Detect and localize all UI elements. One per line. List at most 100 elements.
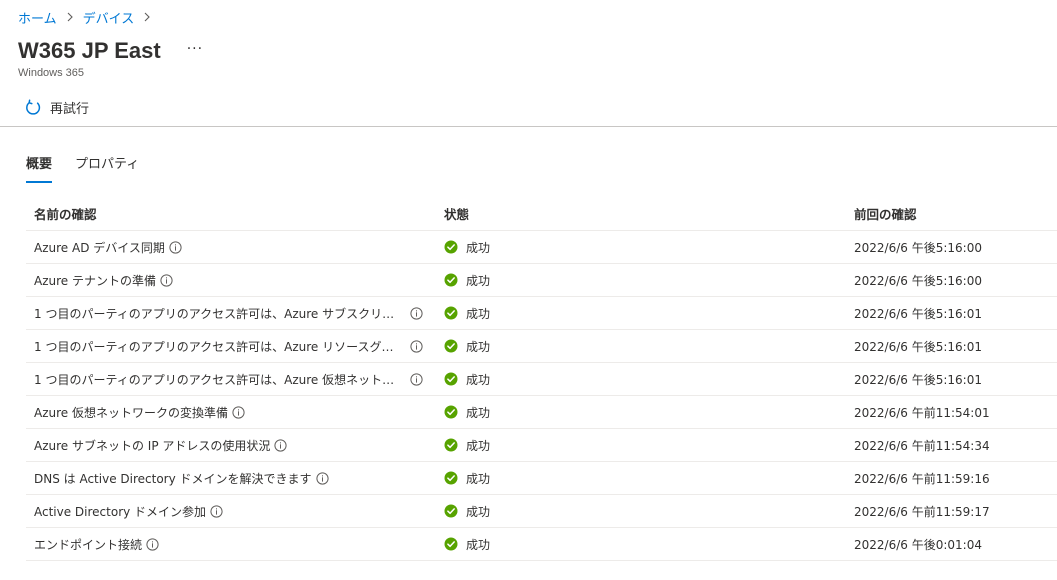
check-name-cell: Azure 仮想ネットワークの変換準備: [34, 396, 434, 428]
status-text: 成功: [466, 438, 491, 453]
success-check-icon: [444, 240, 458, 254]
last-checked-cell: 2022/6/6 午前11:59:17: [854, 504, 990, 519]
info-icon[interactable]: [232, 405, 245, 419]
info-icon[interactable]: [146, 537, 159, 551]
check-name-cell: Azure テナントの準備: [34, 264, 434, 296]
breadcrumb: ホーム デバイス: [18, 7, 160, 27]
success-check-icon: [444, 504, 458, 518]
tab-overview[interactable]: 概要: [26, 155, 53, 183]
status-text: 成功: [466, 372, 491, 387]
table-body: Azure AD デバイス同期 成功 2022/6/6 午後5:16:00 Azure…: [26, 231, 1057, 561]
refresh-icon: [26, 98, 41, 115]
success-check-icon: [444, 273, 458, 287]
status-text: 成功: [466, 471, 491, 486]
info-icon[interactable]: [274, 438, 287, 452]
table-row[interactable]: Azure 仮想ネットワークの変換準備 成功 2022/6/6 午前11:54:01: [26, 396, 1057, 429]
success-check-icon: [444, 339, 458, 353]
info-icon[interactable]: [169, 240, 182, 254]
table-row[interactable]: エンドポイント接続 成功 2022/6/6 午後0:01:04: [26, 528, 1057, 561]
table-row[interactable]: Azure サブネットの IP アドレスの使用状況 成功 2022/6/6 午前11…: [26, 429, 1057, 462]
check-name-cell: 1 つ目のパーティのアプリのアクセス許可は、Azure サブスクリプションに..…: [34, 297, 434, 329]
info-cell: [406, 297, 426, 329]
table-row[interactable]: Azure テナントの準備 成功 2022/6/6 午後5:16:00: [26, 264, 1057, 297]
column-header-status[interactable]: 状態: [444, 196, 824, 230]
check-name: Azure テナントの準備: [34, 273, 156, 288]
check-name-cell: 1 つ目のパーティのアプリのアクセス許可は、Azure リソースグループに存..…: [34, 330, 434, 362]
page-subtitle: Windows 365: [18, 67, 85, 79]
column-header-check-name[interactable]: 名前の確認: [34, 196, 434, 230]
info-icon[interactable]: [160, 273, 173, 287]
title-row: W365 JP East ···: [18, 36, 203, 66]
last-checked-cell: 2022/6/6 午前11:54:34: [854, 438, 990, 453]
success-check-icon: [444, 438, 458, 452]
check-name: 1 つ目のパーティのアプリのアクセス許可は、Azure 仮想ネットワークに存..…: [34, 372, 400, 387]
command-bar: 再試行: [0, 88, 1057, 127]
retry-button[interactable]: 再試行: [24, 98, 89, 117]
tab-bar: 概要 プロパティ: [26, 155, 162, 185]
status-cell: 成功: [444, 495, 824, 527]
success-check-icon: [444, 306, 458, 320]
chevron-right-icon: [67, 12, 73, 22]
table-row[interactable]: 1 つ目のパーティのアプリのアクセス許可は、Azure リソースグループに存..…: [26, 330, 1057, 363]
info-cell: [406, 363, 426, 395]
page-title: W365 JP East: [18, 38, 161, 63]
info-icon[interactable]: [410, 339, 423, 353]
breadcrumb-devices-link[interactable]: デバイス: [83, 8, 135, 27]
status-text: 成功: [466, 537, 491, 552]
last-checked-cell: 2022/6/6 午前11:59:16: [854, 471, 990, 486]
status-cell: 成功: [444, 297, 824, 329]
last-checked-cell: 2022/6/6 午前11:54:01: [854, 405, 990, 420]
table-header-row: 名前の確認 状態 前回の確認: [26, 196, 1057, 231]
info-icon[interactable]: [210, 504, 223, 518]
status-cell: 成功: [444, 231, 824, 263]
status-text: 成功: [466, 273, 491, 288]
info-cell: [406, 330, 426, 362]
success-check-icon: [444, 372, 458, 386]
status-text: 成功: [466, 240, 491, 255]
last-checked-cell: 2022/6/6 午後5:16:01: [854, 372, 982, 387]
check-name-cell: Active Directory ドメイン参加: [34, 495, 434, 527]
check-name: 1 つ目のパーティのアプリのアクセス許可は、Azure リソースグループに存..…: [34, 339, 400, 354]
check-name: Azure サブネットの IP アドレスの使用状況: [34, 438, 271, 453]
info-icon[interactable]: [315, 471, 329, 485]
last-checked-cell: 2022/6/6 午後5:16:01: [854, 306, 982, 321]
last-checked-cell: 2022/6/6 午後5:16:01: [854, 339, 982, 354]
status-text: 成功: [466, 504, 491, 519]
status-text: 成功: [466, 306, 491, 321]
last-checked-cell: 2022/6/6 午後5:16:00: [854, 240, 982, 255]
column-header-last-checked[interactable]: 前回の確認: [854, 196, 1054, 230]
tab-properties[interactable]: プロパティ: [75, 155, 139, 183]
check-name: DNS は Active Directory ドメインを解決できます: [34, 471, 312, 486]
check-name-cell: エンドポイント接続: [34, 528, 434, 560]
status-cell: 成功: [444, 396, 824, 428]
check-name-cell: DNS は Active Directory ドメインを解決できます: [34, 462, 434, 494]
table-row[interactable]: 1 つ目のパーティのアプリのアクセス許可は、Azure サブスクリプションに..…: [26, 297, 1057, 330]
status-cell: 成功: [444, 528, 824, 560]
chevron-right-icon: [144, 12, 151, 22]
success-check-icon: [444, 471, 458, 485]
status-cell: 成功: [444, 330, 824, 362]
check-name-cell: 1 つ目のパーティのアプリのアクセス許可は、Azure 仮想ネットワークに存..…: [34, 363, 434, 395]
table-row[interactable]: Active Directory ドメイン参加 成功 2022/6/6 午前11:5…: [26, 495, 1057, 528]
more-options-button[interactable]: ···: [187, 41, 203, 57]
check-name: エンドポイント接続: [34, 537, 143, 552]
status-text: 成功: [466, 405, 491, 420]
status-cell: 成功: [444, 264, 824, 296]
health-check-table: 名前の確認 状態 前回の確認 Azure AD デバイス同期 成功 2022/6/6…: [26, 196, 1057, 561]
status-text: 成功: [466, 339, 491, 354]
check-name: 1 つ目のパーティのアプリのアクセス許可は、Azure サブスクリプションに..…: [34, 306, 400, 321]
success-check-icon: [444, 537, 458, 551]
check-name-cell: Azure AD デバイス同期: [34, 231, 434, 263]
info-icon[interactable]: [410, 306, 423, 320]
retry-label: 再試行: [50, 102, 90, 117]
table-row[interactable]: Azure AD デバイス同期 成功 2022/6/6 午後5:16:00: [26, 231, 1057, 264]
table-row[interactable]: 1 つ目のパーティのアプリのアクセス許可は、Azure 仮想ネットワークに存..…: [26, 363, 1057, 396]
check-name: Active Directory ドメイン参加: [34, 504, 207, 519]
status-cell: 成功: [444, 363, 824, 395]
table-row[interactable]: DNS は Active Directory ドメインを解決できます 成功 2022…: [26, 462, 1057, 495]
status-cell: 成功: [444, 429, 824, 461]
check-name: Azure AD デバイス同期: [34, 240, 165, 255]
status-cell: 成功: [444, 462, 824, 494]
info-icon[interactable]: [410, 372, 423, 386]
breadcrumb-home-link[interactable]: ホーム: [18, 8, 57, 27]
